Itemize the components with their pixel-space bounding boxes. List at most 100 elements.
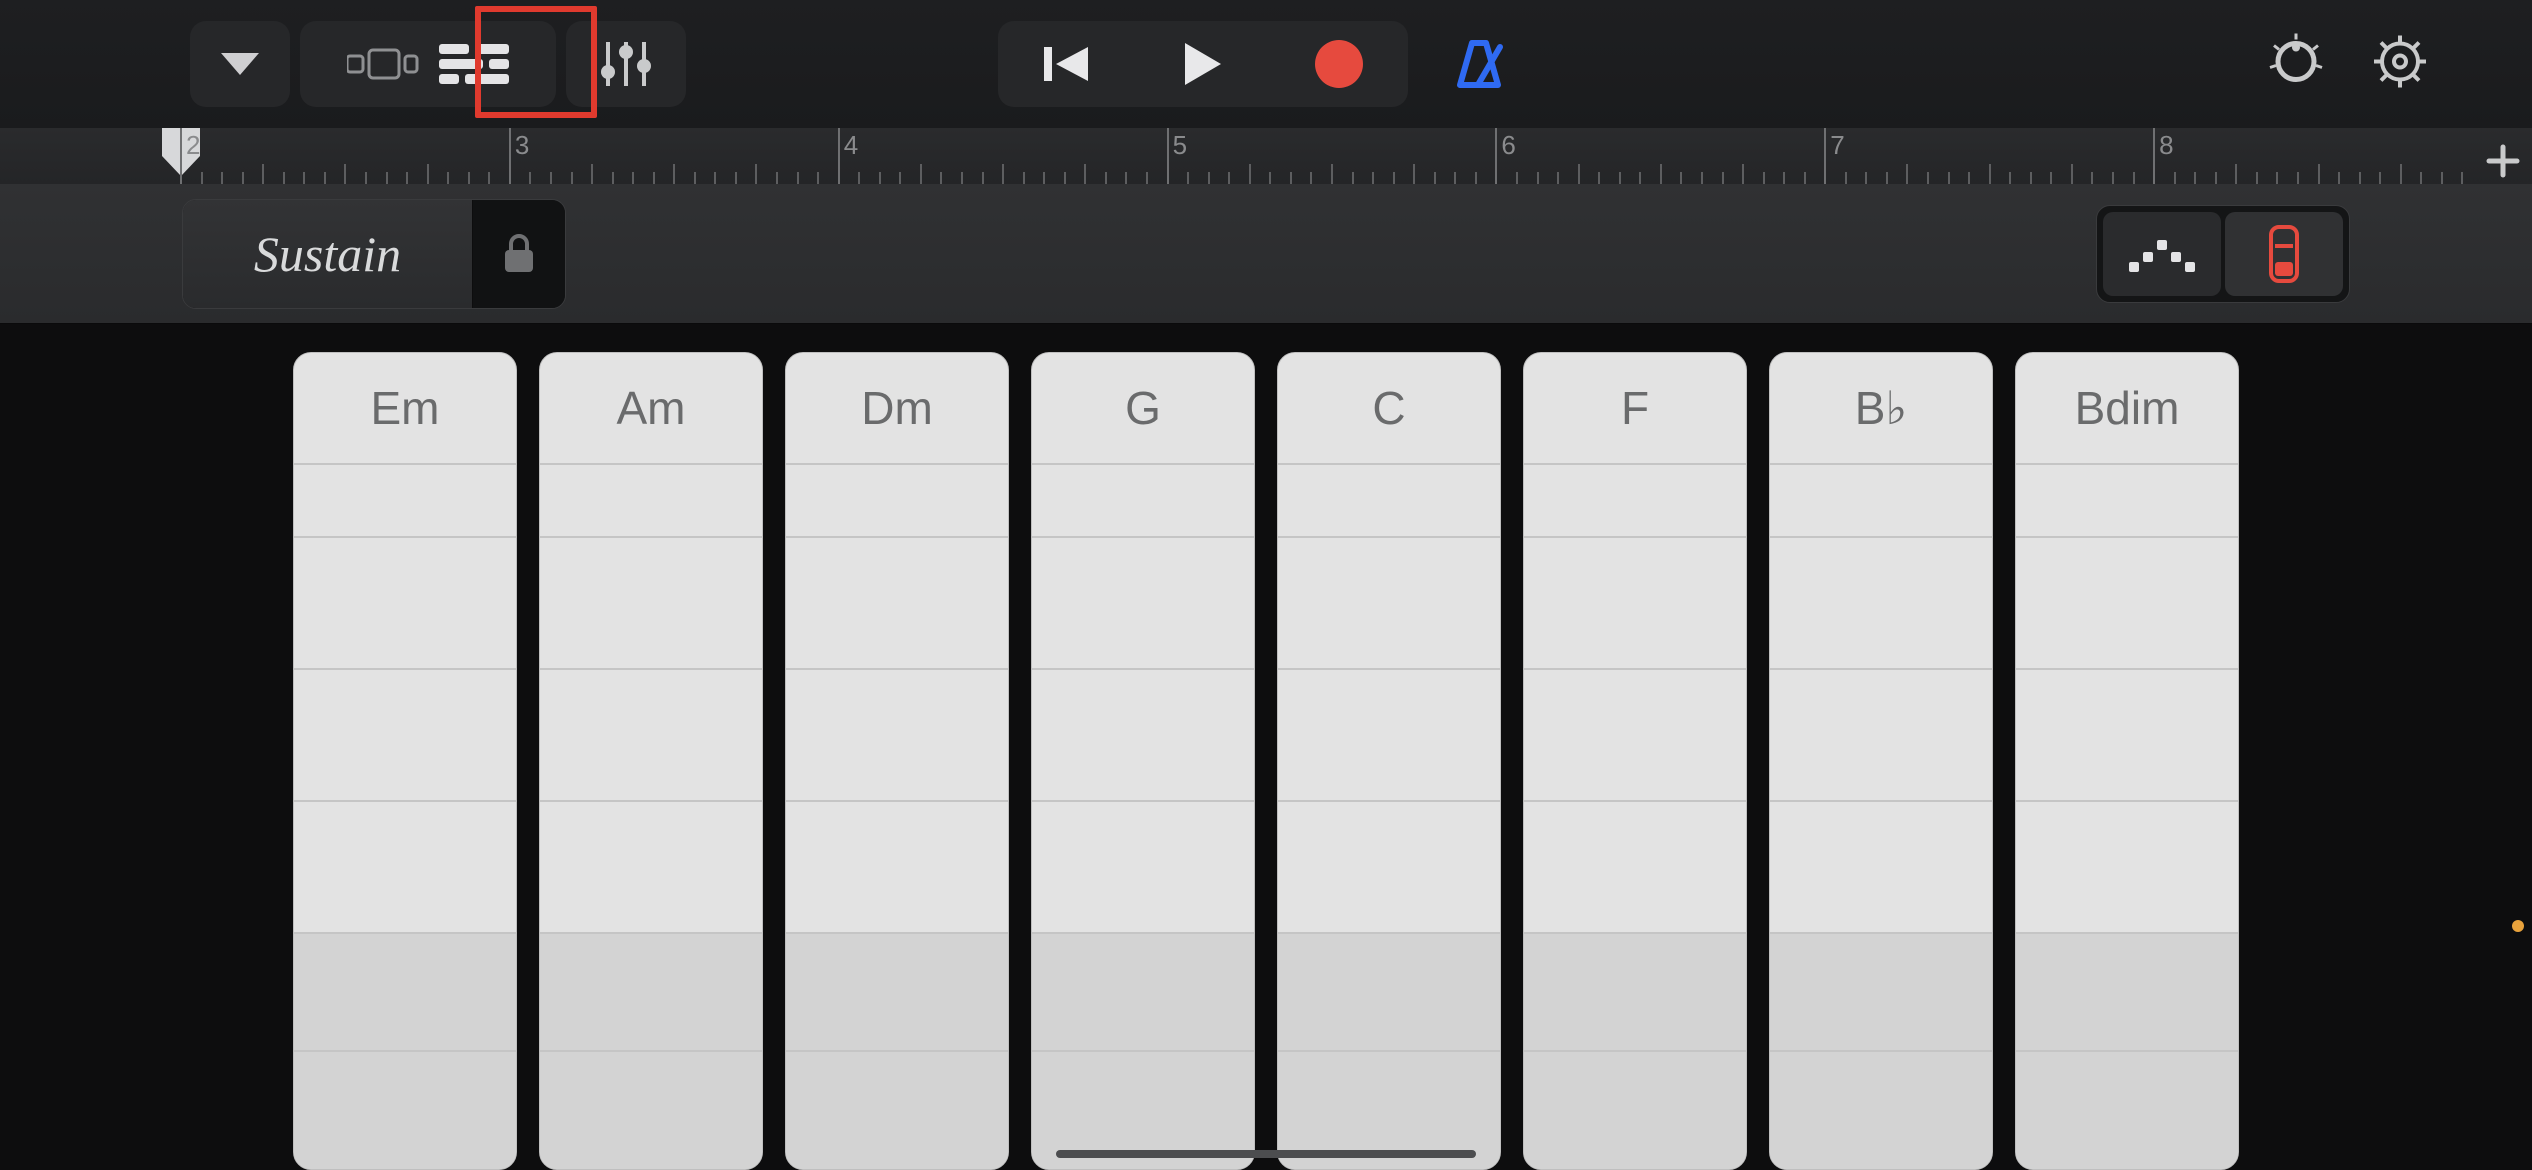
chord-segment[interactable]	[294, 1050, 516, 1169]
ruler-bar-number: 6	[1501, 130, 1515, 161]
chord-segment[interactable]	[540, 668, 762, 800]
chord-segment[interactable]	[1032, 668, 1254, 800]
chord-segment[interactable]	[294, 536, 516, 668]
chord-segment[interactable]	[786, 932, 1008, 1051]
chord-strip[interactable]: F	[1523, 352, 1747, 1170]
chord-segment[interactable]	[1278, 463, 1500, 536]
chord-segment[interactable]	[1032, 800, 1254, 932]
chord-segment[interactable]	[1524, 1050, 1746, 1169]
chord-segment[interactable]	[1524, 800, 1746, 932]
add-section-button[interactable]	[2480, 138, 2526, 184]
chord-segment[interactable]	[786, 536, 1008, 668]
chord-segment[interactable]	[540, 463, 762, 536]
chord-strip[interactable]: Am	[539, 352, 763, 1170]
chord-strip[interactable]: Em	[293, 352, 517, 1170]
chord-segment[interactable]	[1524, 668, 1746, 800]
play-button[interactable]	[1134, 21, 1272, 107]
instrument-subheader: Sustain	[0, 184, 2532, 324]
chord-segment[interactable]	[1278, 536, 1500, 668]
sustain-button[interactable]: Sustain	[183, 200, 473, 308]
sustain-control: Sustain	[182, 199, 566, 309]
ruler-track: 2345678	[180, 128, 2482, 184]
ruler-bar-number: 7	[1830, 130, 1844, 161]
chord-segment[interactable]	[1032, 536, 1254, 668]
chord-strip[interactable]: G	[1031, 352, 1255, 1170]
triangle-down-icon	[217, 49, 263, 79]
chord-segment[interactable]	[1278, 668, 1500, 800]
chord-segment[interactable]	[1032, 463, 1254, 536]
chord-segment[interactable]	[294, 800, 516, 932]
plus-icon	[2484, 142, 2522, 180]
chord-segment[interactable]	[1770, 668, 1992, 800]
chord-segment[interactable]	[786, 668, 1008, 800]
chord-segment[interactable]	[540, 800, 762, 932]
chord-segment[interactable]	[786, 1050, 1008, 1169]
arpeggio-mode-button[interactable]	[2103, 212, 2221, 296]
chord-segment[interactable]	[2016, 536, 2238, 668]
chord-label: B♭	[1770, 353, 1992, 463]
skip-back-icon	[1040, 41, 1094, 87]
chord-segment[interactable]	[1770, 932, 1992, 1051]
lock-icon	[501, 232, 537, 276]
fx-view-icon[interactable]	[439, 40, 509, 88]
chord-segment[interactable]	[1032, 932, 1254, 1051]
chord-segment[interactable]	[1278, 800, 1500, 932]
chord-view-toggle	[2096, 205, 2350, 303]
chord-segment[interactable]	[786, 800, 1008, 932]
timeline-ruler[interactable]: 2345678	[0, 128, 2532, 184]
chord-segment[interactable]	[2016, 668, 2238, 800]
ruler-bar-number: 4	[844, 130, 858, 161]
left-toolbar-group	[190, 21, 696, 107]
ruler-bar: 3	[509, 128, 838, 184]
top-toolbar	[0, 0, 2532, 128]
chord-strip[interactable]: Dm	[785, 352, 1009, 1170]
chord-segment[interactable]	[294, 932, 516, 1051]
chord-segment[interactable]	[1524, 932, 1746, 1051]
chord-label: C	[1278, 353, 1500, 463]
side-indicator-dot	[2512, 920, 2524, 932]
dial-icon	[2264, 30, 2328, 94]
chord-label: Bdim	[2016, 353, 2238, 463]
ruler-bar: 4	[838, 128, 1167, 184]
track-view-icon[interactable]	[347, 42, 419, 86]
chord-strip[interactable]: B♭	[1769, 352, 1993, 1170]
metronome-icon	[1450, 35, 1508, 93]
track-controls-button[interactable]	[566, 21, 686, 107]
record-icon	[1313, 38, 1365, 90]
arpeggio-icon	[2127, 232, 2197, 276]
chord-segment[interactable]	[786, 463, 1008, 536]
master-volume-button[interactable]	[2264, 30, 2328, 99]
chord-segment[interactable]	[540, 1050, 762, 1169]
chord-segment[interactable]	[2016, 932, 2238, 1051]
chord-segment[interactable]	[540, 536, 762, 668]
chord-segment[interactable]	[1770, 536, 1992, 668]
ruler-bar: 7	[1824, 128, 2153, 184]
chord-segment[interactable]	[294, 668, 516, 800]
ruler-bar-number: 3	[515, 130, 529, 161]
right-toolbar-group	[2264, 30, 2432, 99]
view-mode-segmented	[300, 21, 556, 107]
chord-segment[interactable]	[294, 463, 516, 536]
chord-segment[interactable]	[2016, 463, 2238, 536]
ruler-bar-number: 8	[2159, 130, 2173, 161]
chord-segment[interactable]	[1278, 932, 1500, 1051]
chord-segment[interactable]	[1770, 463, 1992, 536]
chord-strip-mode-button[interactable]	[2225, 212, 2343, 296]
chord-segment[interactable]	[1524, 463, 1746, 536]
browser-button[interactable]	[190, 21, 290, 107]
chord-segment[interactable]	[1770, 1050, 1992, 1169]
record-button[interactable]	[1270, 21, 1408, 107]
chord-strip[interactable]: C	[1277, 352, 1501, 1170]
sustain-lock-button[interactable]	[473, 200, 565, 308]
play-icon	[1181, 39, 1225, 89]
chord-segment[interactable]	[2016, 800, 2238, 932]
go-to-start-button[interactable]	[998, 21, 1136, 107]
settings-button[interactable]	[2368, 30, 2432, 99]
metronome-button[interactable]	[1424, 21, 1534, 107]
chord-segment[interactable]	[540, 932, 762, 1051]
chord-segment[interactable]	[1524, 536, 1746, 668]
chord-segment[interactable]	[2016, 1050, 2238, 1169]
chord-strip[interactable]: Bdim	[2015, 352, 2239, 1170]
chord-segment[interactable]	[1770, 800, 1992, 932]
chord-label: G	[1032, 353, 1254, 463]
